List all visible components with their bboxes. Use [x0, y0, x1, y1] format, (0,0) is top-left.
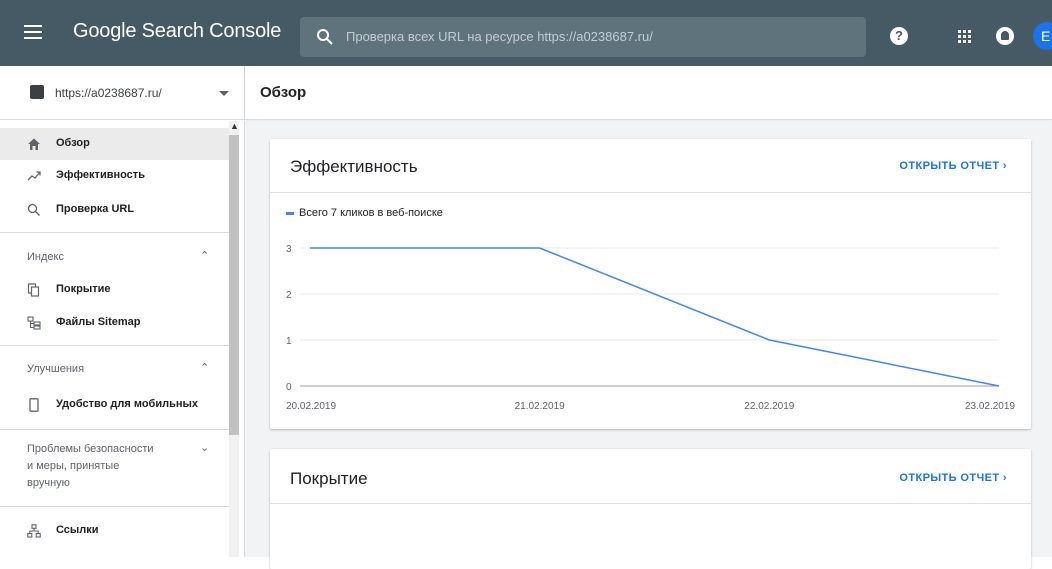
sidebar-item-overview[interactable]: Обзор	[0, 128, 229, 160]
scroll-up-arrow-icon[interactable]: ▲	[230, 121, 239, 131]
open-report-label: ОТКРЫТЬ ОТЧЕТ	[899, 472, 999, 484]
y-tick-label: 2	[286, 290, 292, 301]
sidebar: Обзор Эффективность Проверка URL Индекс …	[0, 121, 245, 557]
section-label-line: вручную	[27, 475, 70, 492]
home-icon	[27, 137, 41, 151]
sidebar-item-label: Эффективность	[56, 169, 145, 181]
card-title: Покрытие	[290, 469, 368, 489]
sitemap-icon	[27, 316, 41, 330]
section-label: Улучшения	[27, 361, 84, 378]
x-tick-label: 22.02.2019	[744, 401, 794, 412]
product-title[interactable]: Google Search Console	[73, 20, 281, 43]
top-app-bar: Google Search Console Проверка всех URL …	[0, 0, 1052, 66]
section-security-manual-actions[interactable]: Проблемы безопасности и меры, принятые в…	[0, 439, 229, 495]
sidebar-item-label: Удобство для мобильных	[56, 398, 198, 410]
search-input[interactable]: Проверка всех URL на ресурсе https://a02…	[346, 29, 653, 44]
sidebar-item-label: Файлы Sitemap	[56, 316, 141, 328]
sidebar-item-mobile-usability[interactable]: Удобство для мобильных	[0, 389, 229, 421]
coverage-card: Покрытие ОТКРЫТЬ ОТЧЕТ ›	[270, 449, 1031, 569]
page-header: Обзор	[245, 66, 1052, 120]
divider	[0, 506, 229, 507]
performance-card: Эффективность ОТКРЫТЬ ОТЧЕТ › Всего 7 кл…	[270, 139, 1031, 429]
phone-icon	[27, 398, 41, 412]
divider	[0, 232, 229, 233]
property-selector[interactable]: https://a0238687.ru/	[0, 66, 245, 120]
section-enhancements[interactable]: Улучшения ⌃	[0, 359, 229, 379]
sidebar-item-links[interactable]: Ссылки	[0, 515, 229, 547]
chevron-right-icon: ›	[1003, 472, 1007, 484]
section-index[interactable]: Индекс ⌃	[0, 247, 229, 267]
open-report-link[interactable]: ОТКРЫТЬ ОТЧЕТ ›	[899, 472, 1007, 484]
account-avatar[interactable]: E	[1033, 22, 1052, 50]
sidebar-item-sitemaps[interactable]: Файлы Sitemap	[0, 307, 229, 339]
divider	[0, 429, 229, 430]
sidebar-item-url-inspection[interactable]: Проверка URL	[0, 194, 229, 226]
help-icon[interactable]: ?	[890, 27, 908, 45]
search-bar[interactable]: Проверка всех URL на ресурсе https://a02…	[300, 17, 866, 57]
section-label: Индекс	[27, 249, 64, 266]
x-tick-label: 20.02.2019	[286, 401, 336, 412]
sidebar-item-coverage[interactable]: Покрытие	[0, 274, 229, 306]
property-url: https://a0238687.ru/	[55, 86, 162, 100]
property-favicon-icon	[30, 85, 44, 99]
section-label-line: Проблемы безопасности	[27, 441, 154, 458]
trending-up-icon	[27, 169, 41, 183]
sidebar-scrollbar-thumb[interactable]	[229, 135, 239, 435]
chevron-up-icon[interactable]: ⌃	[200, 361, 209, 374]
y-tick-label: 0	[286, 382, 292, 393]
sidebar-item-label: Покрытие	[56, 283, 111, 295]
apps-grid-icon[interactable]	[958, 30, 971, 43]
chevron-up-icon[interactable]: ⌃	[200, 249, 209, 262]
sidebar-item-label: Обзор	[56, 137, 90, 149]
y-tick-label: 3	[286, 244, 292, 255]
search-icon	[27, 203, 41, 217]
notifications-icon[interactable]	[996, 27, 1014, 45]
section-label-line: и меры, принятые	[27, 458, 119, 475]
sidebar-item-label: Ссылки	[56, 524, 99, 536]
x-tick-label: 21.02.2019	[515, 401, 565, 412]
chevron-down-icon[interactable]	[219, 91, 229, 96]
card-divider	[270, 503, 1031, 504]
page-title: Обзор	[260, 84, 306, 101]
main-content: Эффективность ОТКРЫТЬ ОТЧЕТ › Всего 7 кл…	[245, 121, 1052, 557]
links-icon	[27, 524, 41, 538]
x-tick-label: 23.02.2019	[965, 401, 1015, 412]
chevron-down-icon[interactable]: ⌄	[200, 441, 209, 454]
clicks-line-chart: 0 1 2 3 20.02.2019 21.02.2019 22.02.2019 23.02.…	[270, 139, 1031, 429]
sidebar-item-performance[interactable]: Эффективность	[0, 160, 229, 192]
divider	[0, 345, 229, 346]
menu-icon[interactable]	[24, 25, 42, 39]
series-line	[310, 248, 999, 386]
search-icon	[316, 28, 334, 46]
sidebar-item-label: Проверка URL	[56, 203, 134, 215]
copy-icon	[27, 283, 41, 297]
y-tick-label: 1	[286, 336, 292, 347]
